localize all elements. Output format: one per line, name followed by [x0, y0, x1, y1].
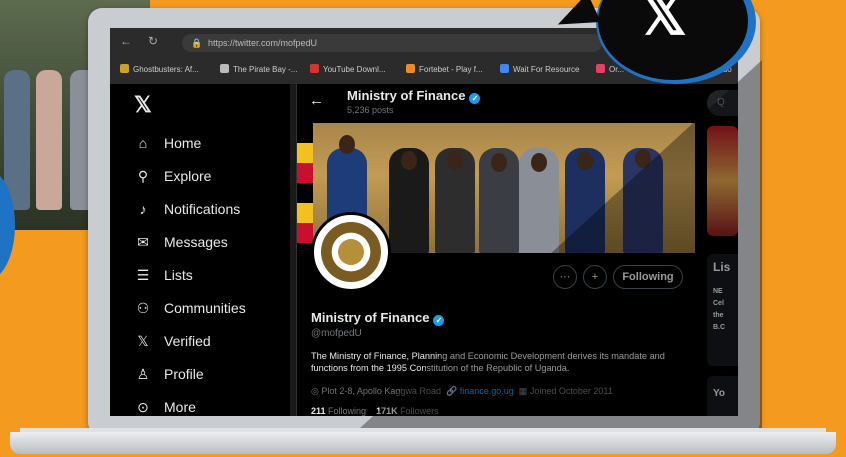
lock-icon: 🔒	[191, 38, 203, 48]
sidebar-item-explore[interactable]: ⚲ Explore	[134, 167, 212, 185]
person-head	[401, 151, 417, 170]
sidebar-item-messages[interactable]: ✉ Messages	[134, 233, 228, 251]
profile-header-bar: ← Ministry of Finance ✓ 5,236 posts	[297, 84, 695, 122]
list-item[interactable]: Cel	[713, 300, 724, 307]
verified-badge-icon: ✓	[433, 315, 445, 326]
laptop-base	[10, 432, 836, 454]
person-head	[339, 135, 355, 154]
following-button[interactable]: Following	[613, 265, 683, 289]
profile-website-link[interactable]: finance.go.ug	[460, 386, 514, 396]
bookmark-item[interactable]: YouTube Downl...	[310, 64, 386, 74]
profile-name: Ministry of Finance ✓	[311, 310, 445, 326]
bookmark-icon	[596, 64, 605, 73]
list-item[interactable]: the	[713, 312, 724, 319]
followers-link[interactable]: 171K Followers	[376, 406, 439, 416]
list-item[interactable]: B.C	[713, 324, 725, 331]
back-arrow-icon[interactable]: ←	[120, 34, 132, 48]
person-head	[447, 151, 463, 170]
bookmark-item[interactable]: Fortebet - Play f...	[406, 64, 483, 74]
sidebar-item-profile[interactable]: ♙ Profile	[134, 365, 204, 383]
bookmark-label: Wait For Resource	[513, 65, 580, 74]
person-head	[491, 153, 507, 172]
list-item[interactable]: NE	[713, 288, 723, 295]
right-box-title: Yo	[713, 388, 726, 399]
bookmark-label: Fortebet - Play f...	[419, 65, 483, 74]
more-options-button[interactable]: ···	[553, 265, 577, 289]
verified-badge-icon: ✓	[469, 93, 481, 104]
person-icon: ♙	[136, 365, 150, 382]
sidebar-item-verified[interactable]: 𝕏 Verified	[134, 332, 211, 350]
person-head	[531, 153, 547, 172]
x-verified-icon: 𝕏	[137, 332, 149, 349]
bookmark-item[interactable]: Ghostbusters: Af...	[120, 64, 199, 74]
twitter-app: 𝕏 ⌂ Home ⚲ Explore ♪ Notifications ✉ Messages ☰ L…	[110, 84, 738, 416]
right-box: Yo	[707, 376, 738, 416]
bookmark-icon	[220, 64, 229, 73]
search-input[interactable]: Q	[707, 90, 738, 116]
reload-icon[interactable]: ↻	[148, 34, 158, 48]
person-head	[577, 151, 593, 170]
bookmark-icon	[310, 64, 319, 73]
bookmark-label: YouTube Downl...	[323, 65, 386, 74]
address-bar[interactable]: 🔒 https://twitter.com/mofpedU	[182, 34, 602, 52]
back-arrow-icon[interactable]: ←	[309, 92, 324, 109]
person-head	[635, 149, 651, 168]
profile-handle: @mofpedU	[311, 328, 362, 339]
home-icon: ⌂	[138, 135, 148, 151]
header-name: Ministry of Finance ✓	[347, 88, 481, 104]
bookmark-icon	[120, 64, 129, 73]
sidebar-item-lists[interactable]: ☰ Lists	[134, 266, 193, 284]
sidebar-item-label: Explore	[164, 168, 212, 184]
sidebar-item-home[interactable]: ⌂ Home	[134, 134, 202, 152]
envelope-icon: ✉	[137, 233, 149, 250]
profile-avatar[interactable]	[311, 212, 391, 292]
sidebar-item-label: Home	[164, 135, 202, 151]
sidebar-item-label: Notifications	[164, 201, 241, 217]
location-icon: ◎	[311, 386, 319, 396]
bookmark-icon	[406, 64, 415, 73]
person-silhouette	[36, 70, 62, 210]
link-icon: 🔗	[445, 386, 458, 396]
sidebar-item-label: Communities	[164, 300, 246, 316]
bookmark-label: Ghostbusters: Af...	[133, 65, 199, 74]
bookmark-icon	[500, 64, 509, 73]
profile-column: ← Ministry of Finance ✓ 5,236 posts ··· …	[297, 84, 695, 416]
follow-counts: 211 Following 171K Followers	[311, 406, 439, 416]
bookmark-item[interactable]: Wait For Resource	[500, 64, 579, 74]
profile-bio: The Ministry of Finance, Planning and Ec…	[311, 351, 665, 373]
profile-location: Plot 2-8, Apollo Kaggwa Road	[321, 386, 441, 396]
sidebar-item-notifications[interactable]: ♪ Notifications	[134, 200, 241, 218]
laptop-screen: ← ↻ 🔒 https://twitter.com/mofpedU Ghostb…	[110, 28, 738, 416]
sidebar-item-label: Profile	[164, 366, 204, 382]
sidebar-item-label: More	[164, 399, 196, 415]
sidebar-item-label: Verified	[164, 333, 211, 349]
uganda-flag	[297, 123, 313, 253]
promo-image[interactable]	[707, 126, 738, 236]
following-link[interactable]: 211 Following	[311, 406, 366, 416]
notify-button[interactable]: +	[583, 265, 607, 289]
sidebar-nav: 𝕏 ⌂ Home ⚲ Explore ♪ Notifications ✉ Messages ☰ L…	[110, 84, 290, 416]
profile-meta: ◎ Plot 2-8, Apollo Kaggwa Road 🔗 finance…	[311, 386, 613, 397]
coat-of-arms-icon	[321, 222, 381, 282]
url-text: https://twitter.com/mofpedU	[208, 38, 318, 48]
sidebar-item-communities[interactable]: ⚇ Communities	[134, 299, 246, 317]
header-post-count: 5,236 posts	[347, 105, 394, 115]
bell-icon: ♪	[139, 201, 147, 217]
lists-title: Lis	[713, 260, 731, 274]
right-column: Q Lis NE Cel the B.C Yo	[707, 84, 738, 416]
x-logo-icon[interactable]: 𝕏	[134, 92, 152, 118]
x-logo-icon: 𝕏	[640, 0, 687, 47]
profile-joined: Joined October 2011	[529, 386, 613, 396]
sidebar-item-label: Messages	[164, 234, 228, 250]
calendar-icon: ▦	[518, 386, 528, 396]
communities-icon: ⚇	[136, 299, 150, 316]
sidebar-item-label: Lists	[164, 267, 193, 283]
more-circle-icon: ⊙	[137, 398, 149, 415]
list-icon: ☰	[136, 266, 150, 283]
bookmark-item[interactable]: The Pirate Bay -...	[220, 64, 297, 74]
sidebar-item-more[interactable]: ⊙ More	[134, 398, 196, 416]
bookmark-label: The Pirate Bay -...	[233, 65, 298, 74]
search-icon: ⚲	[137, 167, 149, 184]
lists-box: Lis NE Cel the B.C	[707, 254, 738, 366]
